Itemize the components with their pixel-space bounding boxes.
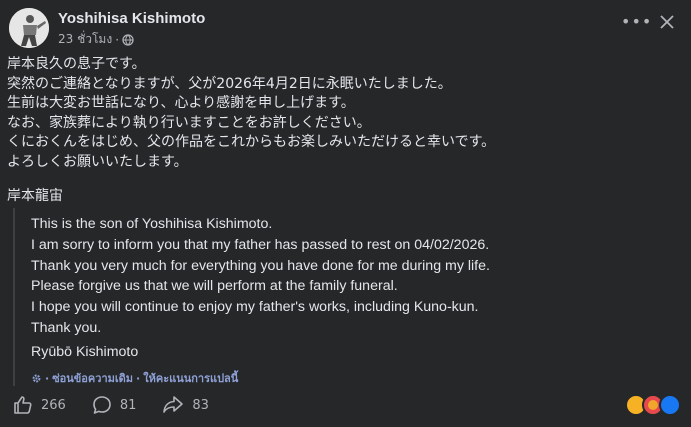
thumbs-up-icon — [14, 396, 32, 414]
translation-line: This is the son of Yoshihisa Kishimoto. — [31, 216, 273, 232]
post-line: 岸本良久の息子です。 — [7, 56, 146, 72]
translation-controls: · ซ่อนข้อความเดิม · ให้คะแนนการแปลนี้ — [31, 369, 238, 387]
translation-line: Thank you. — [31, 319, 102, 336]
reaction-summary[interactable] — [625, 394, 681, 416]
translation-line: I hope you will continue to enjoy my fat… — [31, 299, 479, 316]
post-meta: 23 ชั่วโมง · — [58, 30, 134, 49]
share-button[interactable]: 83 — [162, 395, 209, 415]
post-line: なお、家族葬により執り行いますことをお許しください。 — [7, 114, 371, 131]
signature-english: Ryūbō Kishimoto — [31, 344, 139, 360]
comment-count: 81 — [119, 397, 137, 413]
rate-translation-link[interactable]: ให้คะแนนการแปลนี้ — [143, 369, 238, 387]
comment-button[interactable]: 81 — [92, 395, 137, 415]
post-line: よろしくお願いいたします。 — [7, 153, 188, 170]
meta-separator: · — [115, 32, 120, 47]
share-count: 83 — [192, 397, 209, 413]
action-bar: 266 81 83 — [13, 392, 235, 418]
translation-quote-bar — [13, 208, 15, 386]
meta-separator: · — [136, 371, 141, 385]
like-count: 266 — [41, 397, 66, 413]
post-body-japanese: 岸本良久の息子です。 突然のご連絡となりますが、父が2026年4月2日に永眠いた… — [7, 55, 495, 173]
more-horizontal-icon: ••• — [621, 12, 653, 31]
hide-original-link[interactable]: ซ่อนข้อความเดิม — [52, 369, 133, 387]
globe-icon[interactable] — [122, 33, 134, 46]
post-line: 突然のご連絡となりますが、父が2026年4月2日に永眠いたしました。 — [7, 75, 452, 92]
avatar[interactable] — [9, 8, 49, 48]
author-name[interactable]: Yoshihisa Kishimoto — [58, 10, 205, 27]
close-icon — [660, 15, 674, 29]
like-button[interactable]: 266 — [13, 395, 66, 415]
translation-line: Thank you very much for everything you h… — [31, 257, 490, 274]
comment-icon — [93, 396, 111, 414]
more-options-button[interactable]: ••• — [621, 12, 651, 32]
gear-icon — [32, 374, 41, 382]
post-line: くにおくんをはじめ、父の作品をこれからもお楽しみいただけると幸いです。 — [7, 134, 496, 151]
signature-japanese: 岸本龍宙 — [7, 188, 63, 204]
translation-line: I am sorry to inform you that my father … — [31, 236, 490, 253]
post-body-translation: This is the son of Yoshihisa Kishimoto. … — [31, 214, 490, 339]
close-button[interactable] — [657, 12, 677, 32]
post-timestamp[interactable]: 23 ชั่วโมง — [58, 30, 112, 49]
share-icon — [163, 396, 184, 413]
translation-line: Please forgive us that we will perform a… — [31, 278, 398, 295]
like-reaction-icon — [659, 394, 681, 416]
meta-separator: · — [45, 371, 50, 385]
post-line: 生前は大変お世話になり、心より感謝を申し上げます。 — [7, 95, 355, 112]
